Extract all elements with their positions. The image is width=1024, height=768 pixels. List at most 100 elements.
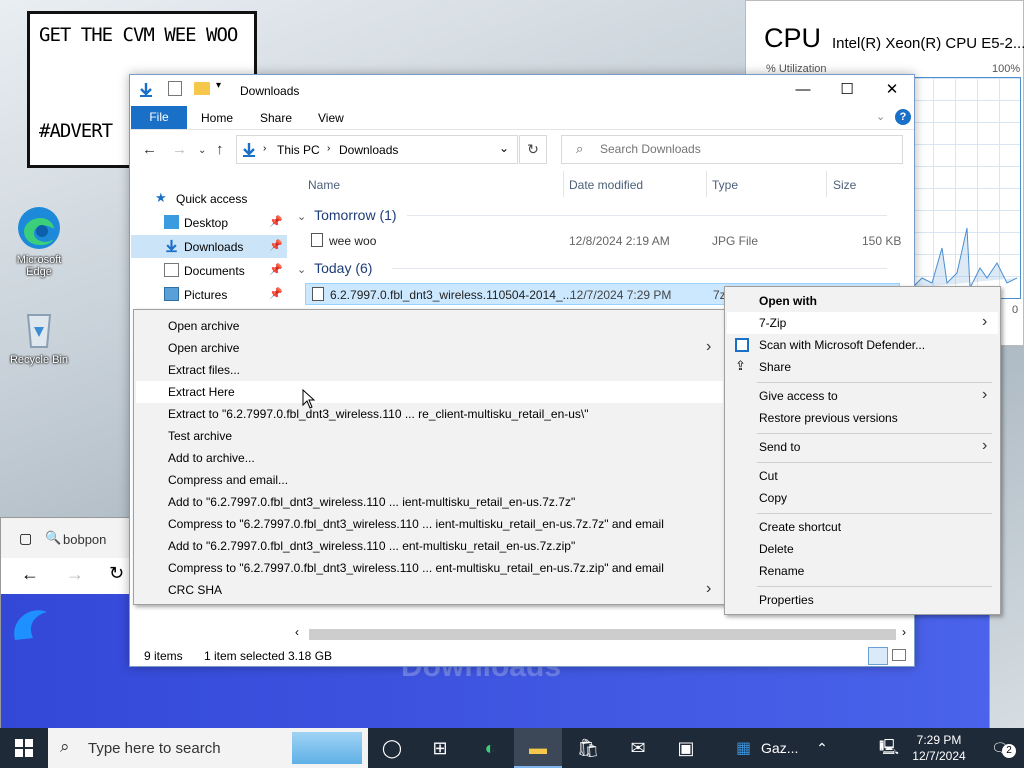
breadcrumb-downloads[interactable]: Downloads: [339, 143, 398, 157]
horizontal-scrollbar[interactable]: ‹ ›: [291, 625, 916, 642]
minimize-button[interactable]: —: [780, 75, 826, 105]
quick-access-toolbar-dropdown-icon[interactable]: ▾: [216, 80, 221, 91]
search-icon: ⌕: [576, 141, 584, 156]
network-button[interactable]: 🖳: [872, 728, 906, 768]
menu-item-rename[interactable]: Rename: [727, 560, 998, 582]
menu-item-test-archive[interactable]: Test archive: [136, 425, 723, 447]
edge-icon: ◐: [484, 738, 496, 758]
menu-item-add-to-zip[interactable]: Add to "6.2.7997.0.fbl_dnt3_wireless.110…: [136, 535, 723, 557]
group-header-tomorrow[interactable]: ⌄ Tomorrow (1): [297, 207, 887, 223]
taskbar-store[interactable]: 🛍: [564, 728, 612, 768]
menu-item-compress-and-email[interactable]: Compress and email...: [136, 469, 723, 491]
recent-locations-icon[interactable]: ⌄: [198, 145, 206, 156]
address-bar[interactable]: › This PC › Downloads ⌄: [236, 135, 518, 164]
menu-item-properties[interactable]: Properties: [727, 589, 998, 611]
menu-item-create-shortcut[interactable]: Create shortcut: [727, 516, 998, 538]
task-view-button[interactable]: ◯: [368, 728, 416, 768]
scroll-right-icon[interactable]: ›: [902, 625, 906, 639]
column-header-name[interactable]: Name: [308, 178, 340, 192]
search-input[interactable]: [600, 142, 880, 156]
forward-icon[interactable]: →: [172, 141, 187, 158]
menu-item-cut[interactable]: Cut: [727, 465, 998, 487]
new-folder-quick-icon[interactable]: [194, 82, 210, 95]
desktop-icon-edge[interactable]: Microsoft Edge: [7, 205, 71, 278]
column-header-size[interactable]: Size: [833, 178, 856, 192]
nav-documents[interactable]: Documents 📌: [131, 259, 287, 282]
breadcrumb-this-pc[interactable]: This PC: [277, 143, 320, 157]
large-icons-view-icon[interactable]: [892, 649, 906, 661]
pin-icon[interactable]: 📌: [269, 263, 283, 276]
menu-item-add-to-7z[interactable]: Add to "6.2.7997.0.fbl_dnt3_wireless.110…: [136, 491, 723, 513]
taskbar-file-explorer[interactable]: ▬: [514, 728, 562, 768]
search-box[interactable]: ⌕: [561, 135, 903, 164]
group-header-today[interactable]: ⌄ Today (6): [297, 260, 887, 276]
menu-item-crc-sha[interactable]: CRC SHA ›: [136, 579, 723, 601]
taskbar-mail[interactable]: ✉: [614, 728, 662, 768]
column-divider[interactable]: [706, 171, 707, 197]
nav-downloads[interactable]: Downloads 📌: [131, 235, 287, 258]
nav-label: Downloads: [184, 240, 244, 254]
column-header-type[interactable]: Type: [712, 178, 738, 192]
widgets-button[interactable]: ⊞: [416, 728, 464, 768]
store-icon: 🛍: [576, 738, 600, 758]
back-icon[interactable]: ←: [142, 141, 157, 158]
menu-item-copy[interactable]: Copy: [727, 487, 998, 509]
details-view-icon[interactable]: [868, 647, 888, 665]
menu-item-add-to-archive[interactable]: Add to archive...: [136, 447, 723, 469]
column-divider[interactable]: [826, 171, 827, 197]
clock[interactable]: 7:29 PM 12/7/2024: [906, 732, 972, 764]
desktop-icon-recycle-bin[interactable]: Recycle Bin: [7, 305, 71, 366]
scrollbar-thumb[interactable]: [309, 629, 896, 640]
close-button[interactable]: ✕: [869, 75, 915, 105]
scroll-left-icon[interactable]: ‹: [295, 625, 299, 639]
file-row[interactable]: wee woo 12/8/2024 2:19 AM JPG File 150 K…: [305, 230, 901, 252]
menu-item-compress-to-7z-email[interactable]: Compress to "6.2.7997.0.fbl_dnt3_wireles…: [136, 513, 723, 535]
menu-item-extract-to[interactable]: Extract to "6.2.7997.0.fbl_dnt3_wireless…: [136, 403, 723, 425]
menu-item-send-to[interactable]: Send to ›: [727, 436, 998, 458]
taskbar-task-manager[interactable]: ▣: [662, 728, 710, 768]
menu-item-open-with[interactable]: Open with: [727, 290, 998, 312]
show-hidden-icons-button[interactable]: ⌃: [800, 728, 844, 768]
properties-quick-icon[interactable]: [168, 81, 182, 96]
nav-desktop[interactable]: Desktop 📌: [131, 211, 287, 234]
menu-item-delete[interactable]: Delete: [727, 538, 998, 560]
menu-item-7zip[interactable]: 7-Zip ›: [727, 312, 998, 334]
ribbon-tab-file[interactable]: File: [131, 106, 187, 129]
ribbon-tab-share[interactable]: Share: [260, 111, 292, 125]
pin-icon[interactable]: 📌: [269, 239, 283, 252]
forward-icon[interactable]: →: [66, 564, 84, 585]
back-icon[interactable]: ←: [21, 564, 39, 585]
taskbar-edge[interactable]: ◐: [466, 728, 514, 768]
menu-item-compress-to-zip-email[interactable]: Compress to "6.2.7997.0.fbl_dnt3_wireles…: [136, 557, 723, 579]
menu-item-open-archive[interactable]: Open archive: [136, 315, 723, 337]
maximize-button[interactable]: ☐: [824, 75, 870, 105]
menu-item-scan-defender[interactable]: Scan with Microsoft Defender...: [727, 334, 998, 356]
ribbon-tab-home[interactable]: Home: [201, 111, 233, 125]
ribbon-tab-view[interactable]: View: [318, 111, 344, 125]
pin-icon[interactable]: 📌: [269, 287, 283, 300]
menu-item-restore-versions[interactable]: Restore previous versions: [727, 407, 998, 429]
reload-icon[interactable]: ↻: [109, 563, 124, 584]
refresh-button[interactable]: ↻: [519, 135, 547, 164]
menu-item-give-access[interactable]: Give access to ›: [727, 385, 998, 407]
start-button[interactable]: [0, 728, 48, 768]
address-dropdown-icon[interactable]: ⌄: [499, 141, 509, 155]
help-icon[interactable]: ?: [895, 109, 911, 125]
browser-tab-title[interactable]: bobpon: [63, 532, 106, 547]
ribbon-expand-icon[interactable]: ⌄: [876, 110, 885, 123]
nav-pictures[interactable]: Pictures 📌: [131, 283, 287, 306]
nav-quick-access[interactable]: ★ Quick access: [131, 187, 287, 210]
notification-center-button[interactable]: 🗨 2: [978, 728, 1022, 768]
menu-item-extract-files[interactable]: Extract files...: [136, 359, 723, 381]
downloads-location-icon: [243, 143, 255, 157]
menu-item-extract-here[interactable]: Extract Here: [136, 381, 723, 403]
tab-actions-icon[interactable]: ▢: [19, 530, 32, 547]
taskbar-search-box[interactable]: ⌕ Type here to search: [48, 728, 368, 768]
column-header-date[interactable]: Date modified: [569, 178, 643, 192]
up-icon[interactable]: ↑: [216, 141, 224, 158]
menu-item-open-archive-submenu[interactable]: Open archive ›: [136, 337, 723, 359]
column-divider[interactable]: [563, 171, 564, 197]
taskbar-app-gaz[interactable]: ▦ Gaz...: [728, 728, 802, 768]
menu-item-share[interactable]: ⇪ Share: [727, 356, 998, 378]
pin-icon[interactable]: 📌: [269, 215, 283, 228]
